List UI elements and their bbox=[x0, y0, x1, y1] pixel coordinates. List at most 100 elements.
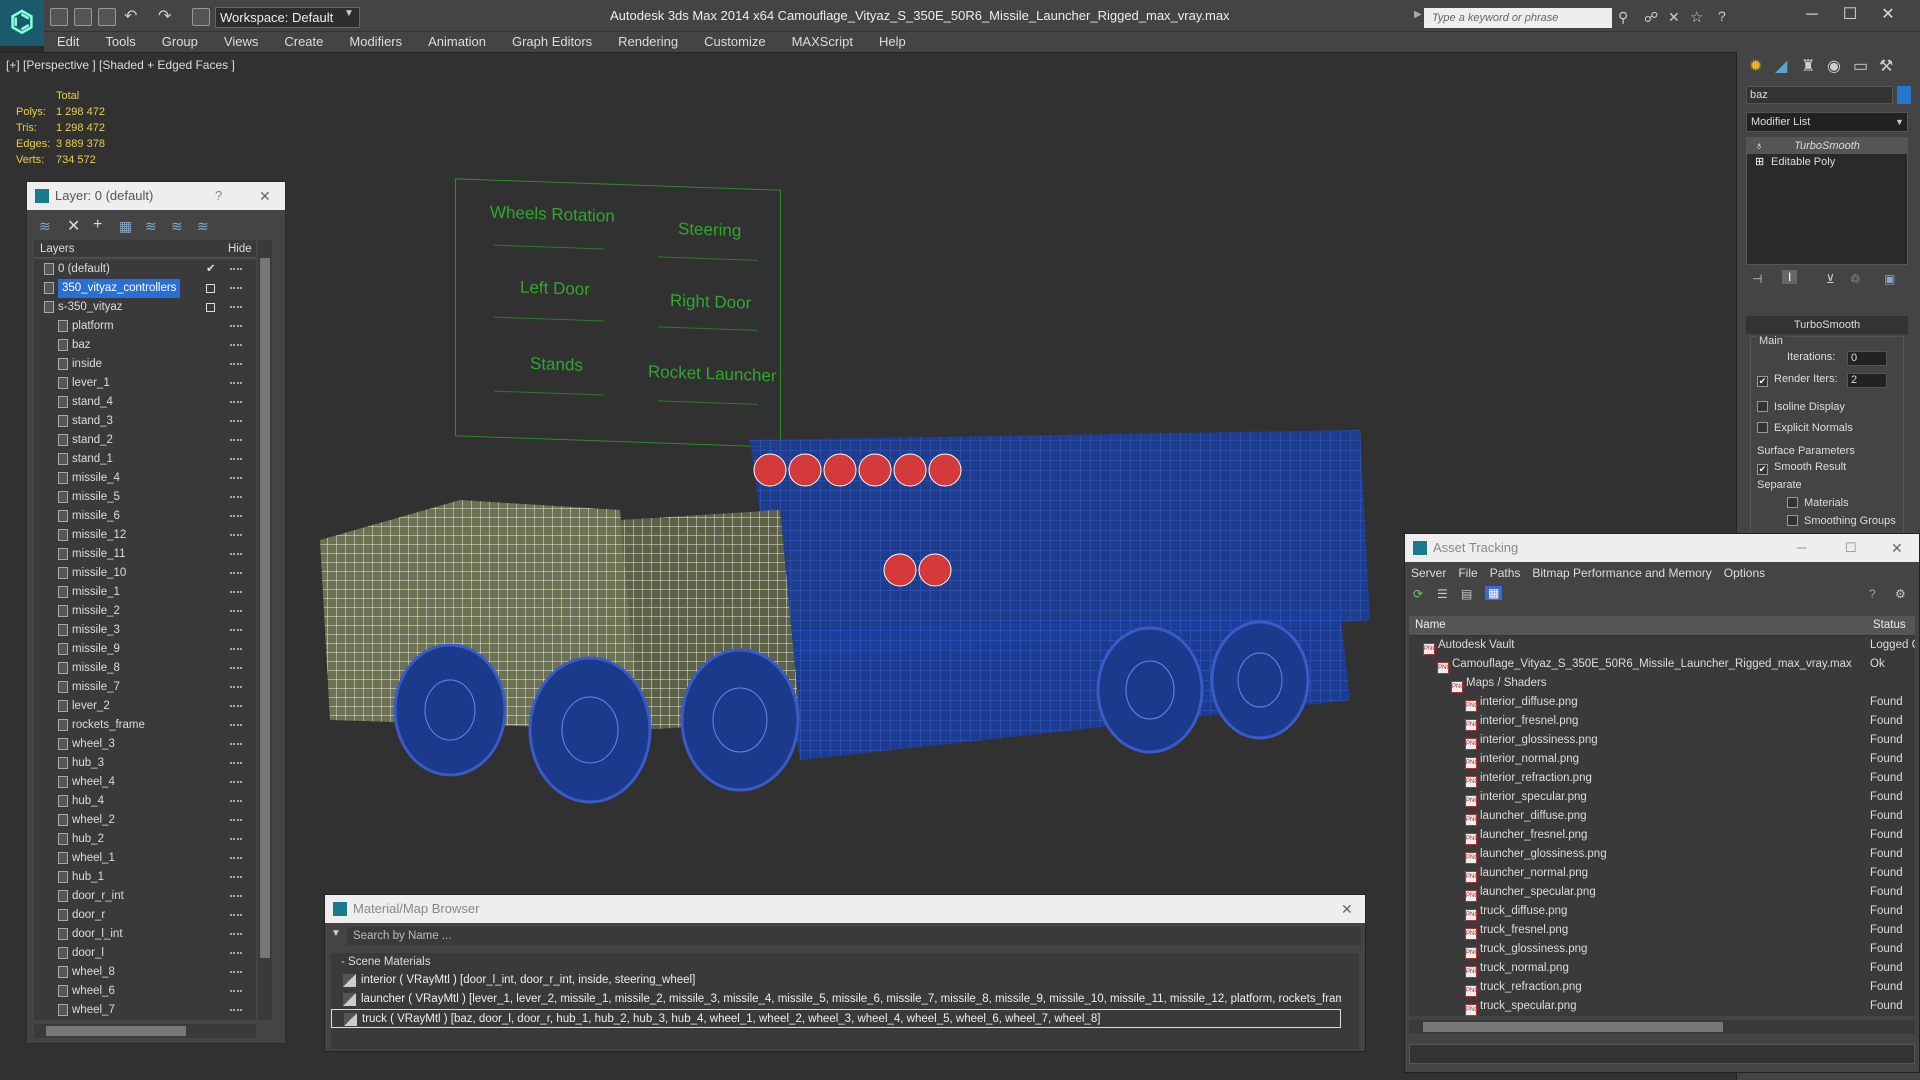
hide-toggle[interactable] bbox=[230, 971, 242, 973]
select-objects-icon[interactable]: ▦ bbox=[119, 218, 132, 235]
hide-toggle[interactable] bbox=[230, 268, 242, 270]
layer-panel-title-bar[interactable]: Layer: 0 (default) ? ✕ bbox=[27, 182, 285, 210]
menu-graph-editors[interactable]: Graph Editors bbox=[499, 32, 605, 52]
material-row-truck[interactable]: truck ( VRayMtl ) [baz, door_l, door_r, … bbox=[331, 1009, 1341, 1028]
isoline-checkbox[interactable] bbox=[1757, 401, 1768, 412]
layer-row[interactable]: missile_9 bbox=[34, 640, 256, 659]
iterations-spinner[interactable]: 0 bbox=[1847, 351, 1887, 366]
hide-toggle[interactable] bbox=[230, 895, 242, 897]
layer-row[interactable]: s-350_vityaz bbox=[34, 298, 256, 317]
hide-toggle[interactable] bbox=[230, 952, 242, 954]
asset-row[interactable]: PNGtruck_specular.png Found bbox=[1409, 997, 1915, 1016]
close-button[interactable]: ✕ bbox=[1341, 895, 1353, 923]
layer-row[interactable]: wheel_1 bbox=[34, 849, 256, 868]
isoline-row[interactable]: Isoline Display bbox=[1757, 401, 1845, 413]
project-folder-icon[interactable] bbox=[192, 8, 210, 26]
delete-layer-icon[interactable]: ✕ bbox=[67, 216, 80, 236]
hide-toggle[interactable] bbox=[230, 610, 242, 612]
smoothing-groups-checkbox[interactable] bbox=[1787, 515, 1798, 526]
layer-row[interactable]: missile_10 bbox=[34, 564, 256, 583]
hide-column-header[interactable]: Hide bbox=[228, 243, 252, 255]
asset-row[interactable]: PNGinterior_diffuse.png Found bbox=[1409, 693, 1915, 712]
hide-toggle[interactable] bbox=[230, 914, 242, 916]
layer-row[interactable]: missile_7 bbox=[34, 678, 256, 697]
hide-toggle[interactable] bbox=[230, 629, 242, 631]
layer-row[interactable]: wheel_2 bbox=[34, 811, 256, 830]
open-file-icon[interactable] bbox=[74, 8, 92, 26]
communication-center-icon[interactable]: ☍ bbox=[1644, 9, 1658, 26]
hide-toggle[interactable] bbox=[230, 762, 242, 764]
new-layer-icon[interactable]: ≋ bbox=[39, 218, 51, 235]
hide-toggle[interactable] bbox=[230, 553, 242, 555]
scene-materials-header[interactable]: - Scene Materials bbox=[331, 953, 1359, 971]
asset-row[interactable]: PNGMaps / Shaders bbox=[1409, 674, 1915, 693]
layer-row[interactable]: 350_vityaz_controllers bbox=[34, 279, 256, 298]
layer-row[interactable]: hub_4 bbox=[34, 792, 256, 811]
render-iters-spinner[interactable]: 2 bbox=[1847, 373, 1887, 388]
layer-row[interactable]: door_r bbox=[34, 906, 256, 925]
layer-row[interactable]: missile_12 bbox=[34, 526, 256, 545]
stack-item-editable-poly[interactable]: ⊞ Editable Poly bbox=[1747, 154, 1907, 170]
asset-row[interactable]: PNGinterior_refraction.png Found bbox=[1409, 769, 1915, 788]
material-row-interior[interactable]: interior ( VRayMtl ) [door_l_int, door_r… bbox=[331, 971, 1341, 990]
chevron-right-icon[interactable]: ▶ bbox=[1414, 9, 1422, 20]
workspace-dropdown[interactable]: Workspace: Default bbox=[215, 7, 360, 28]
asset-row[interactable]: PNGAutodesk Vault Logged C bbox=[1409, 636, 1915, 655]
asset-row[interactable]: PNGinterior_specular.png Found bbox=[1409, 788, 1915, 807]
layer-row[interactable]: hub_2 bbox=[34, 830, 256, 849]
layer-row[interactable]: wheel_3 bbox=[34, 735, 256, 754]
hide-toggle[interactable] bbox=[230, 591, 242, 593]
close-button[interactable]: ✕ bbox=[1891, 534, 1903, 562]
menu-paths[interactable]: Paths bbox=[1484, 562, 1527, 584]
layers-column-header[interactable]: Layers bbox=[40, 243, 75, 255]
lightbulb-icon[interactable]: ♁ bbox=[1755, 138, 1763, 154]
asset-row[interactable]: PNGlauncher_glossiness.png Found bbox=[1409, 845, 1915, 864]
object-name-field[interactable]: baz bbox=[1746, 86, 1893, 104]
menu-modifiers[interactable]: Modifiers bbox=[336, 32, 415, 52]
asset-row[interactable]: PNGCamouflage_Vityaz_S_350E_50R6_Missile… bbox=[1409, 655, 1915, 674]
asset-row[interactable]: PNGtruck_diffuse.png Found bbox=[1409, 902, 1915, 921]
materials-row[interactable]: Materials bbox=[1787, 497, 1849, 509]
asset-hscroll-thumb[interactable] bbox=[1423, 1022, 1723, 1032]
layer-row[interactable]: stand_1 bbox=[34, 450, 256, 469]
settings-icon[interactable]: ⚙ bbox=[1895, 587, 1906, 601]
name-column-header[interactable]: Name bbox=[1415, 619, 1446, 631]
hide-toggle[interactable] bbox=[230, 496, 242, 498]
add-to-layer-icon[interactable]: + bbox=[93, 216, 102, 234]
expand-icon[interactable]: ⊞ bbox=[1755, 154, 1764, 170]
current-layer-box-icon[interactable] bbox=[206, 284, 215, 293]
save-icon[interactable] bbox=[98, 8, 116, 26]
layer-row[interactable]: stand_4 bbox=[34, 393, 256, 412]
table-view-icon[interactable]: ▦ bbox=[1485, 586, 1503, 600]
maximize-button[interactable]: ☐ bbox=[1834, 4, 1866, 26]
hide-toggle[interactable] bbox=[230, 876, 242, 878]
hide-toggle[interactable] bbox=[230, 401, 242, 403]
motion-tab-icon[interactable]: ◉ bbox=[1827, 56, 1841, 76]
menu-file[interactable]: File bbox=[1452, 562, 1483, 584]
menu-edit[interactable]: Edit bbox=[44, 32, 92, 52]
configure-sets-icon[interactable]: ▣ bbox=[1884, 272, 1895, 286]
current-layer-box-icon[interactable] bbox=[206, 303, 215, 312]
menu-customize[interactable]: Customize bbox=[691, 32, 778, 52]
hide-toggle[interactable] bbox=[230, 1009, 242, 1011]
steering-slider[interactable] bbox=[658, 256, 758, 261]
explicit-normals-row[interactable]: Explicit Normals bbox=[1757, 422, 1853, 434]
render-iters-row[interactable]: ✔ Render Iters: bbox=[1757, 373, 1838, 387]
hierarchy-tab-icon[interactable]: ♜ bbox=[1801, 56, 1815, 76]
layer-help-icon[interactable]: ? bbox=[215, 182, 222, 210]
minimize-button[interactable]: ─ bbox=[1796, 4, 1828, 26]
smoothing-groups-row[interactable]: Smoothing Groups bbox=[1787, 515, 1896, 527]
viewport-label[interactable]: [+] [Perspective ] [Shaded + Edged Faces… bbox=[6, 58, 235, 72]
stack-item-turbosmooth[interactable]: ♁ TurboSmooth bbox=[1747, 138, 1907, 154]
modify-tab-icon[interactable]: ◢ bbox=[1775, 56, 1787, 76]
minimize-button[interactable]: ─ bbox=[1797, 534, 1806, 562]
hide-toggle[interactable] bbox=[230, 572, 242, 574]
hide-toggle[interactable] bbox=[230, 667, 242, 669]
menu-group[interactable]: Group bbox=[149, 32, 211, 52]
layer-scrollbar-thumb[interactable] bbox=[260, 258, 270, 958]
layer-row[interactable]: stand_2 bbox=[34, 431, 256, 450]
truck-model[interactable] bbox=[300, 400, 1380, 830]
redo-icon[interactable]: ↷ bbox=[158, 6, 171, 26]
freeze-all-icon[interactable]: ≋ bbox=[197, 218, 209, 235]
layer-close-icon[interactable]: ✕ bbox=[259, 182, 271, 210]
